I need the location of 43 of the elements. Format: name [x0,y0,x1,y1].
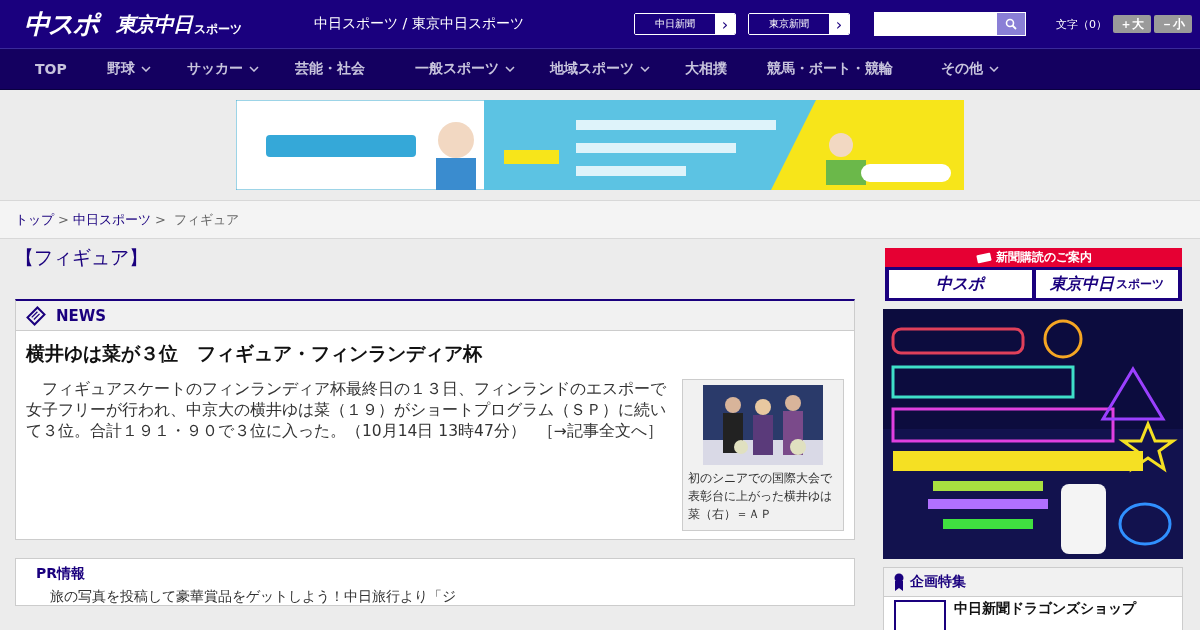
chevron-down-icon [248,66,259,72]
newspaper-link[interactable]: 東京新聞 › [748,13,850,35]
nav-item[interactable]: 野球 [106,60,151,78]
feature-link[interactable]: 中日新聞ドラゴンズショップ [884,597,1182,630]
news-headline[interactable]: 横井ゆは菜が３位 フィギュア・フィンランディア杯 [26,341,844,367]
nav-item[interactable]: TOP [35,61,67,77]
breadcrumb-separator: > [58,212,69,227]
chevron-down-icon [639,66,650,72]
nav-item[interactable]: 芸能・社会 [294,60,365,78]
full-article-link[interactable]: ［→記事全文へ］ [537,422,663,440]
search-icon [1005,18,1017,30]
search-button[interactable] [997,13,1025,35]
news-summary: フィギュアスケートのフィンランディア杯最終日の１３日、フィンランドのエスポーで女子フリーが行われ、中京大の横井ゆは菜（１９）がショートプログラム（ＳＰ）に続いて３位。合計１９１・９０で３位に入った。（10月14日 13時47分） ［→記事全文へ］ [26,379,667,442]
nav-item[interactable]: 地域スポーツ [549,60,650,78]
breadcrumb-link[interactable]: 中日スポーツ [72,210,151,229]
site-title: 中日スポーツ / 東京中日スポーツ [314,15,525,33]
chevron-down-icon [504,66,515,72]
photo-caption: 初のシニアでの国際大会で表彰台に上がった横井ゆは菜（右）＝ＡＰ [688,470,833,523]
chevron-down-icon [988,66,999,72]
newspaper-link[interactable]: 中日新聞 › [634,13,736,35]
nav-item[interactable]: 一般スポーツ [414,60,515,78]
breadcrumb-link[interactable]: トップ [15,210,54,229]
logo-link[interactable]: 東京中日スポーツ [1035,270,1178,298]
nav-item[interactable]: その他 [940,60,999,78]
section-heading: 企画特集 [910,573,966,591]
chevron-down-icon [140,66,151,72]
nav-item[interactable]: サッカー [186,60,259,78]
section-heading: NEWS [56,306,107,325]
nav-item[interactable]: 競馬・ボート・競輪 [766,60,893,78]
newspaper-icon [26,305,46,326]
ribbon-icon [894,573,904,591]
nav-item[interactable]: 大相撲 [684,60,727,78]
breadcrumb-separator: > [154,212,166,227]
pr-text[interactable]: 旅の写真を投稿して豪華賞品をゲットしよう！中日旅行より「ジ [36,587,834,605]
logo[interactable]: 東京中日スポーツ [116,10,242,38]
logo-link[interactable]: 中スポ [889,270,1032,298]
font-size-label: 文字（0） [1056,16,1107,32]
breadcrumb-current: フィギュア [173,210,239,229]
page-title: 【フィギュア】 [15,245,149,270]
section-heading: PR情報 [35,564,87,583]
ticket-icon [975,251,992,264]
search-field[interactable] [874,12,1026,36]
subscription-title: 新聞購読のご案内 [885,248,1182,267]
